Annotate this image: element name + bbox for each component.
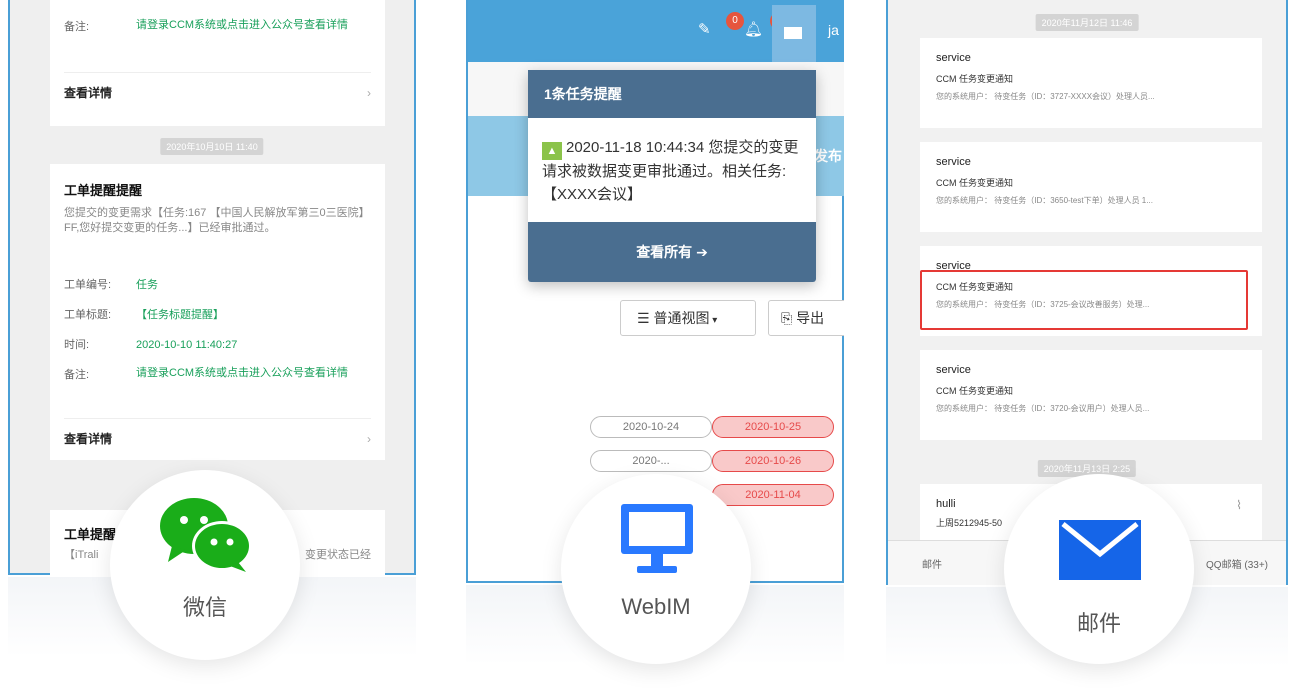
edit-icon[interactable]: ✎: [698, 20, 711, 38]
mail-list-item[interactable]: service CCM 任务变更通知 您的系统用户： 待变任务（ID：3720-…: [920, 350, 1262, 440]
export-label: 导出: [796, 310, 825, 326]
view-all-button[interactable]: 查看所有 ➔: [528, 222, 816, 282]
bell-icon[interactable]: 🔔︎: [744, 20, 763, 38]
date-tag-highlight[interactable]: 2020-10-26: [712, 450, 834, 472]
mail-list-item[interactable]: service CCM 任务变更通知 您的系统用户： 待变任务（ID：3650-…: [920, 142, 1262, 232]
mail-sender: service: [936, 364, 971, 376]
remark-row: 备注: 请登录CCM系统或点击进入公众号查看详情: [64, 18, 374, 34]
mail-subject: CCM 任务变更通知: [936, 178, 1013, 188]
chevron-right-icon: ›: [367, 432, 371, 446]
view-details-label: 查看详情: [64, 432, 113, 446]
message-date: 2020年10月10日 11:40: [160, 138, 264, 155]
webim-channel-bubble[interactable]: WebIM: [561, 474, 751, 664]
popup-title: 1条任务提醒: [528, 70, 816, 118]
time-value: 2020-10-10 11:40:27: [136, 339, 238, 351]
mail-sender: service: [936, 52, 971, 64]
remark-value: 请登录CCM系统或点击进入公众号查看详情: [136, 19, 349, 31]
remark-key: 备注:: [64, 369, 90, 381]
wechat-label: 微信: [182, 595, 227, 620]
mail-tab-label[interactable]: 邮件: [922, 556, 942, 571]
mail-preview: 您的系统用户： 待变任务（ID：3650-test下单）处理人员 1...: [936, 196, 1153, 205]
view-mode-dropdown[interactable]: ☰ 普通视图 ▾: [620, 300, 756, 336]
mail-subject: CCM 任务变更通知: [936, 74, 1013, 84]
view-mode-label: 普通视图: [653, 310, 710, 326]
view-details-link[interactable]: 查看详情 ›: [64, 418, 371, 458]
order-title-key: 工单标题:: [64, 309, 112, 321]
date-tag-highlight[interactable]: 2020-10-25: [712, 416, 834, 438]
popup-message: ▲ 2020-11-18 10:44:34 您提交的变更请求被数据变更审批通过。相…: [542, 136, 804, 206]
time-row: 时间: 2020-10-10 11:40:27: [64, 336, 237, 352]
wechat-channel-bubble[interactable]: 微信: [110, 470, 300, 660]
top-navbar: ✎ 0 🔔︎ 1 ja: [468, 0, 844, 62]
task-reminder-popup: 1条任务提醒 ▲ 2020-11-18 10:44:34 您提交的变更请求被数据变…: [528, 70, 816, 282]
export-button[interactable]: ⎘ 导出: [768, 300, 844, 336]
selection-highlight-box: [920, 270, 1248, 330]
bell-icon: ▲: [542, 142, 562, 160]
popup-message-text: 2020-11-18 10:44:34 您提交的变更请求被数据变更审批通过。相关…: [542, 139, 799, 203]
user-menu[interactable]: ja: [828, 22, 839, 38]
message-title: 工单提醒提醒: [64, 183, 143, 198]
envelope-icon: [784, 27, 802, 39]
mail-subject: CCM 任务变更通知: [936, 386, 1013, 396]
order-number-value: 任务: [136, 279, 158, 291]
date-tag[interactable]: 2020-10-24: [590, 416, 712, 438]
date-tag-highlight[interactable]: 2020-11-04: [712, 484, 834, 506]
mail-sender: hulli: [936, 498, 956, 510]
remark-key: 备注:: [64, 21, 90, 33]
mail-preview: 您的系统用户： 待变任务（ID：3727-XXXX会议）处理人员...: [936, 92, 1155, 101]
wechat-message-card: 备注: 请登录CCM系统或点击进入公众号查看详情 查看详情 ›: [50, 0, 385, 126]
message-title: 工单提醒: [64, 527, 117, 542]
order-number-row: 工单编号: 任务: [64, 276, 158, 292]
date-tag[interactable]: 2020-...: [590, 450, 712, 472]
mail-button[interactable]: [772, 5, 816, 62]
order-title-row: 工单标题: 【任务标题提醒】: [64, 306, 224, 322]
message-snippet-right: 变更状态已经: [305, 549, 371, 561]
message-snippet: 【iTrali: [64, 549, 99, 561]
export-icon: ⎘: [781, 310, 797, 326]
wechat-icon: [160, 498, 252, 572]
view-details-link[interactable]: 查看详情 ›: [64, 72, 371, 112]
mail-date: 2020年11月12日 11:46: [1035, 14, 1139, 31]
notification-badge: 0: [726, 12, 744, 30]
monitor-icon: [621, 504, 693, 573]
message-description: 您提交的变更需求【任务:167 【中国人民解放军第三0三医院】FF,您好提交变更…: [64, 207, 370, 234]
envelope-icon: [1059, 520, 1141, 580]
mail-list-item[interactable]: service CCM 任务变更通知 您的系统用户： 待变任务（ID：3727-…: [920, 38, 1262, 128]
mail-sender: service: [936, 156, 971, 168]
view-details-label: 查看详情: [64, 86, 113, 100]
list-icon: ☰: [637, 310, 654, 326]
remark-row: 备注: 请登录CCM系统或点击进入公众号查看详情: [64, 366, 374, 382]
time-key: 时间:: [64, 339, 90, 351]
mail-channel-bubble[interactable]: 邮件: [1004, 474, 1194, 664]
order-title-value: 【任务标题提醒】: [136, 309, 224, 321]
chevron-right-icon: ›: [367, 86, 371, 100]
order-number-key: 工单编号:: [64, 279, 112, 291]
webim-label: WebIM: [621, 594, 691, 619]
attachment-icon: ⌇: [1236, 498, 1242, 512]
publish-label: 发布: [814, 148, 842, 164]
wechat-message-card: 工单提醒提醒 您提交的变更需求【任务:167 【中国人民解放军第三0三医院】FF…: [50, 164, 385, 460]
mail-subject: 上周5212945-50: [936, 518, 1003, 528]
qq-mail-tab-label[interactable]: QQ邮箱 (33+): [1206, 556, 1268, 571]
mail-label: 邮件: [1076, 611, 1121, 636]
mail-preview: 您的系统用户： 待变任务（ID：3720-会议用户）处理人员...: [936, 404, 1150, 413]
remark-value: 请登录CCM系统或点击进入公众号查看详情: [136, 367, 349, 379]
caret-down-icon: ▾: [709, 315, 718, 326]
